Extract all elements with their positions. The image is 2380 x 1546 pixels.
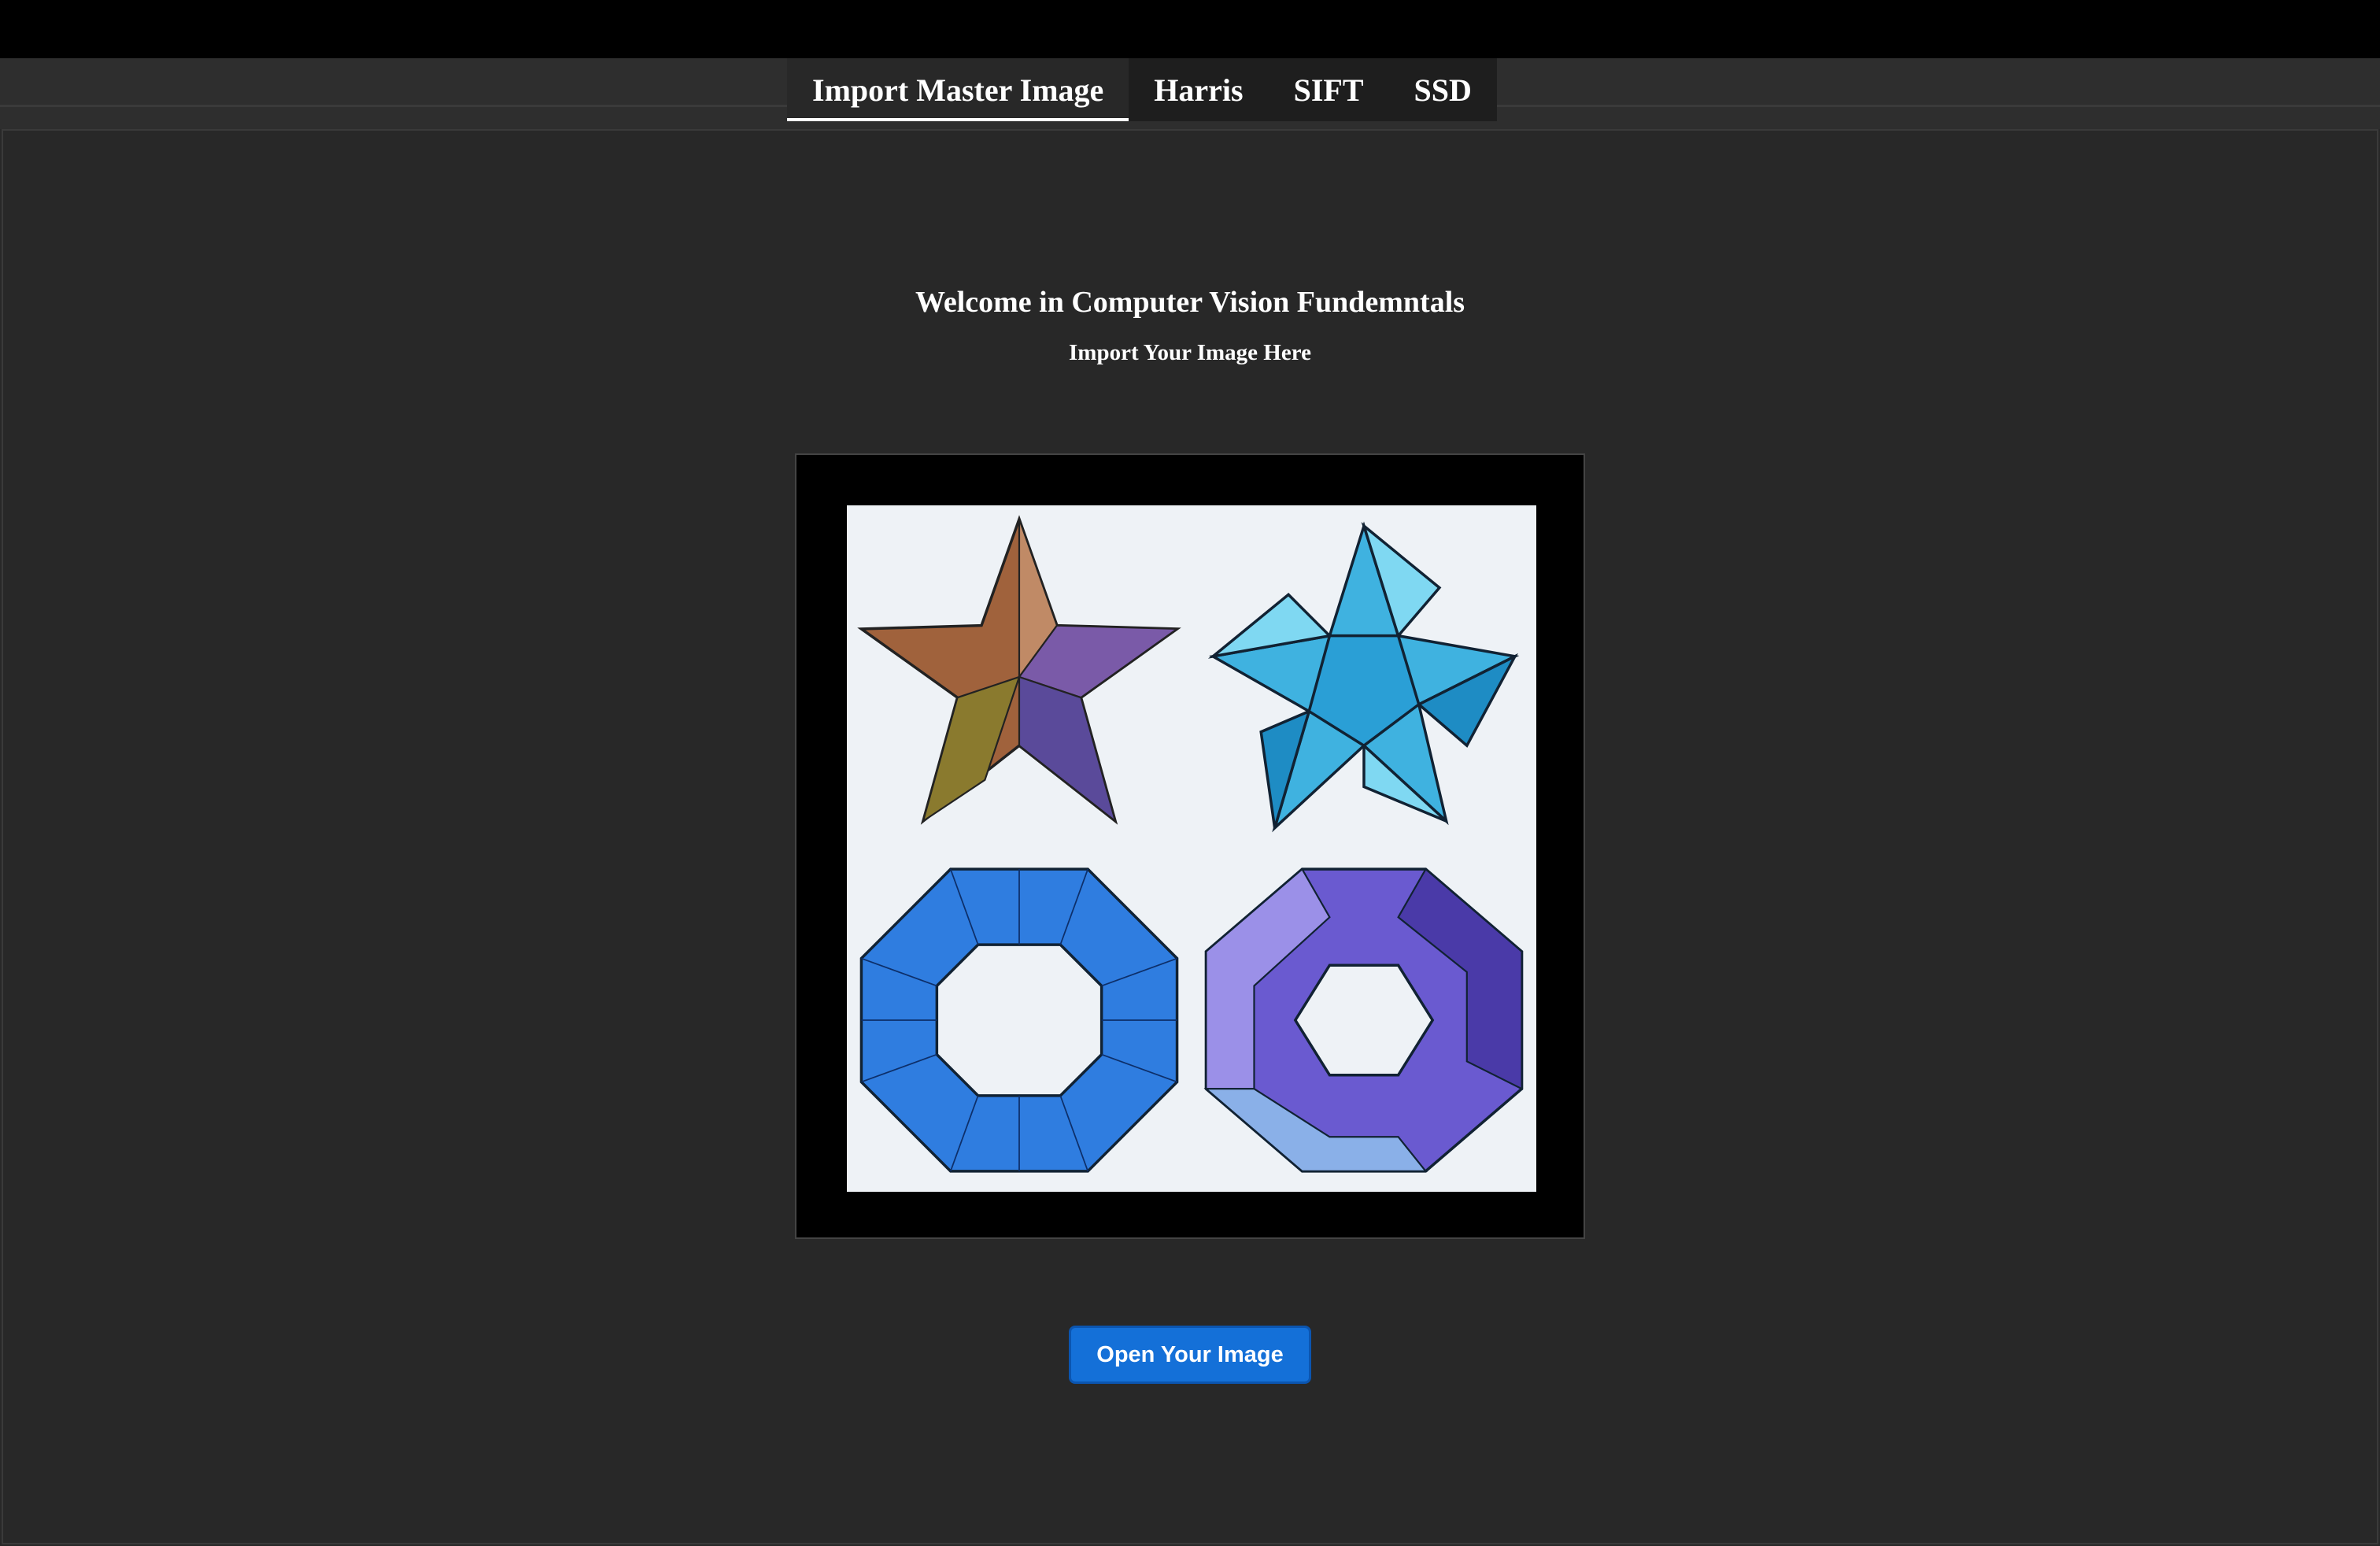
preview-tile-blue-torus: [847, 849, 1192, 1192]
image-preview: [847, 505, 1536, 1192]
torus-drawing-icon: [859, 867, 1179, 1173]
preview-tile-purple-ring: [1192, 849, 1536, 1192]
pinwheel-drawing-icon: [1207, 521, 1520, 833]
star-drawing-icon: [857, 515, 1181, 825]
preview-tile-brown-star: [847, 505, 1192, 849]
window-titlebar: [0, 0, 2380, 58]
import-instruction: Import Your Image Here: [1069, 340, 1311, 365]
tab-ssd[interactable]: SSD: [1389, 58, 1497, 121]
preview-tile-blue-pinwheel: [1192, 505, 1536, 849]
tabs: Import Master Image Harris SIFT SSD: [787, 58, 1497, 121]
tab-sift[interactable]: SIFT: [1269, 58, 1389, 121]
tab-harris[interactable]: Harris: [1129, 58, 1268, 121]
tab-import-master-image[interactable]: Import Master Image: [787, 58, 1129, 121]
welcome-heading: Welcome in Computer Vision Fundemntals: [915, 286, 1465, 319]
ring-drawing-icon: [1203, 867, 1524, 1173]
open-image-button[interactable]: Open Your Image: [1069, 1326, 1311, 1384]
